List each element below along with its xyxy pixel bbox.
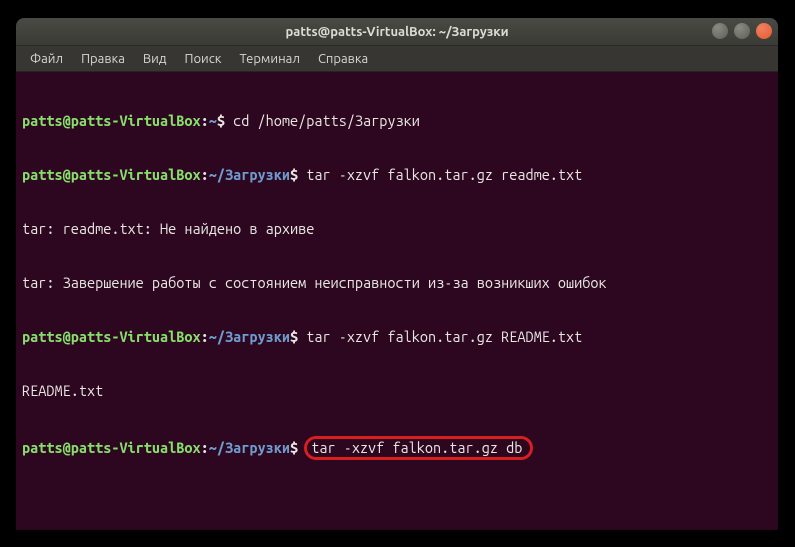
menu-help[interactable]: Справка <box>310 49 376 69</box>
menu-view[interactable]: Вид <box>135 49 175 69</box>
titlebar: patts@patts-VirtualBox: ~/Загрузки <box>16 18 778 46</box>
window-controls <box>712 23 772 39</box>
prompt-dollar: $ <box>290 166 298 183</box>
prompt-colon: : <box>201 166 209 183</box>
prompt-colon: : <box>201 439 209 456</box>
menubar: Файл Правка Вид Поиск Терминал Справка <box>16 46 778 72</box>
menu-terminal[interactable]: Терминал <box>231 49 307 69</box>
prompt-user: patts@patts-VirtualBox <box>22 166 201 183</box>
prompt-colon: : <box>201 112 209 129</box>
prompt-colon: : <box>201 328 209 345</box>
highlighted-command: tar -xzvf falkon.tar.gz db <box>304 436 533 460</box>
prompt-dollar: $ <box>290 328 298 345</box>
prompt-path: ~ <box>209 112 217 129</box>
command-text: tar -xzvf falkon.tar.gz readme.txt <box>298 166 582 183</box>
prompt-path: ~/Загрузки <box>209 166 290 183</box>
command-text: tar -xzvf falkon.tar.gz README.txt <box>298 328 582 345</box>
close-button[interactable] <box>756 23 772 39</box>
prompt-dollar: $ <box>290 439 298 456</box>
terminal-line: patts@patts-VirtualBox:~/Загрузки$ tar -… <box>22 436 772 460</box>
menu-edit[interactable]: Правка <box>73 49 133 69</box>
terminal-body[interactable]: patts@patts-VirtualBox:~$ cd /home/patts… <box>16 72 778 500</box>
prompt-path: ~/Загрузки <box>209 439 290 456</box>
prompt-user: patts@patts-VirtualBox <box>22 328 201 345</box>
prompt-user: patts@patts-VirtualBox <box>22 112 201 129</box>
terminal-output: tar: readme.txt: Не найдено в архиве <box>22 220 772 238</box>
prompt-path: ~/Загрузки <box>209 328 290 345</box>
minimize-button[interactable] <box>712 23 728 39</box>
command-text: tar -xzvf falkon.tar.gz db <box>311 439 522 456</box>
terminal-output: tar: Завершение работы с состоянием неис… <box>22 274 772 292</box>
terminal-window: patts@patts-VirtualBox: ~/Загрузки Файл … <box>16 18 778 530</box>
menu-search[interactable]: Поиск <box>176 49 229 69</box>
terminal-line: patts@patts-VirtualBox:~/Загрузки$ tar -… <box>22 328 772 346</box>
prompt-user: patts@patts-VirtualBox <box>22 439 201 456</box>
menu-file[interactable]: Файл <box>22 49 71 69</box>
terminal-output: README.txt <box>22 382 772 400</box>
command-text: cd /home/patts/Загрузки <box>225 112 420 129</box>
window-title: patts@patts-VirtualBox: ~/Загрузки <box>285 25 508 39</box>
terminal-line: patts@patts-VirtualBox:~$ cd /home/patts… <box>22 112 772 130</box>
terminal-line: patts@patts-VirtualBox:~/Загрузки$ tar -… <box>22 166 772 184</box>
maximize-button[interactable] <box>734 23 750 39</box>
prompt-dollar: $ <box>217 112 225 129</box>
